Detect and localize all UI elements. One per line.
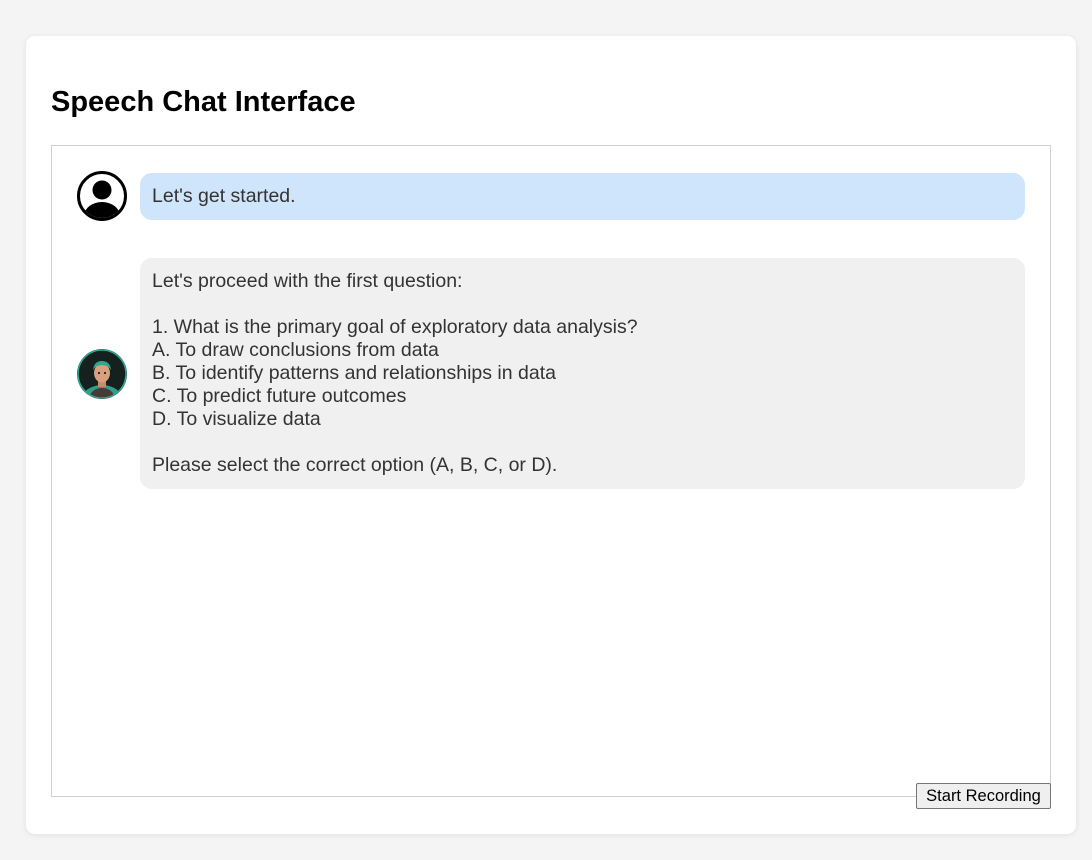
start-recording-button[interactable]: Start Recording (916, 783, 1051, 809)
message-bubble-assistant: Let's proceed with the first question: 1… (140, 258, 1025, 489)
user-silhouette-icon (77, 171, 127, 221)
chat-card: Speech Chat Interface Let's get started. (26, 36, 1076, 834)
bot-avatar-icon (77, 348, 127, 399)
chat-history[interactable]: Let's get started. Let's proceed with th… (51, 145, 1051, 797)
message-user: Let's get started. (77, 171, 1025, 221)
message-bubble-user: Let's get started. (140, 172, 1025, 220)
message-assistant: Let's proceed with the first question: 1… (77, 258, 1025, 489)
page-title: Speech Chat Interface (51, 86, 356, 118)
